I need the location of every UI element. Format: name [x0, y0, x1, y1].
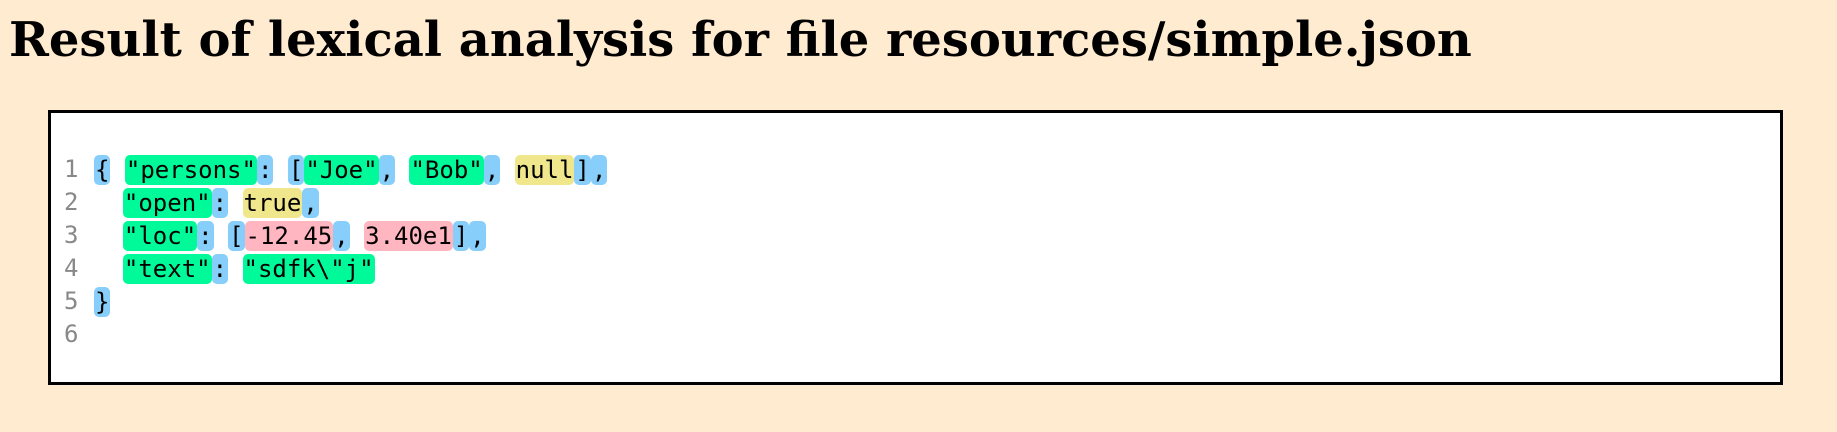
string-token: "text"	[122, 253, 212, 284]
punct-token: ,	[302, 187, 319, 218]
punct-token: ,	[483, 154, 501, 185]
string-token: "Joe"	[304, 154, 379, 185]
punct-token: ,	[378, 154, 396, 185]
code-line: 6	[64, 318, 607, 351]
punct-token: ]	[452, 220, 470, 251]
string-token: "sdfk\"j"	[242, 253, 375, 284]
number-token: 3.40e1	[364, 220, 453, 251]
line-number: 3	[64, 221, 79, 249]
code-line: 5}	[64, 285, 607, 318]
literal-token: true	[242, 187, 303, 218]
punct-token: ,	[590, 154, 608, 185]
punct-token: :	[197, 220, 214, 251]
punct-token: {	[94, 154, 111, 185]
string-token: "loc"	[122, 220, 198, 251]
string-token: "persons"	[124, 154, 257, 185]
code-line: 4 "text": "sdfk\"j"	[64, 252, 607, 285]
lexical-analysis-panel: 1{ "persons": ["Joe", "Bob", null], 2 "op…	[48, 110, 1783, 385]
punct-token: ,	[469, 220, 486, 251]
code-line: 3 "loc": [-12.45, 3.40e1],	[64, 219, 607, 252]
punct-token: :	[211, 187, 229, 218]
string-token: "open"	[122, 187, 212, 218]
number-token: -12.45	[244, 220, 334, 251]
punct-token: }	[94, 286, 111, 317]
line-number: 4	[64, 254, 79, 282]
string-token: "Bob"	[409, 154, 484, 185]
line-number: 5	[64, 287, 79, 315]
punct-token: [	[228, 220, 245, 251]
punct-token: [	[287, 154, 305, 185]
punct-token: :	[211, 253, 229, 284]
line-number: 6	[64, 320, 79, 348]
line-number: 2	[64, 188, 79, 216]
literal-token: null	[514, 154, 575, 185]
punct-token: :	[256, 154, 274, 185]
code-line: 2 "open": true,	[64, 186, 607, 219]
line-number: 1	[64, 155, 79, 183]
page-title: Result of lexical analysis for file reso…	[9, 12, 1472, 68]
token-listing: 1{ "persons": ["Joe", "Bob", null], 2 "op…	[64, 153, 608, 351]
code-line: 1 { "persons": ["Joe", "Bob", null],	[64, 153, 608, 186]
punct-token: ,	[333, 220, 350, 251]
punct-token: ]	[574, 154, 591, 185]
